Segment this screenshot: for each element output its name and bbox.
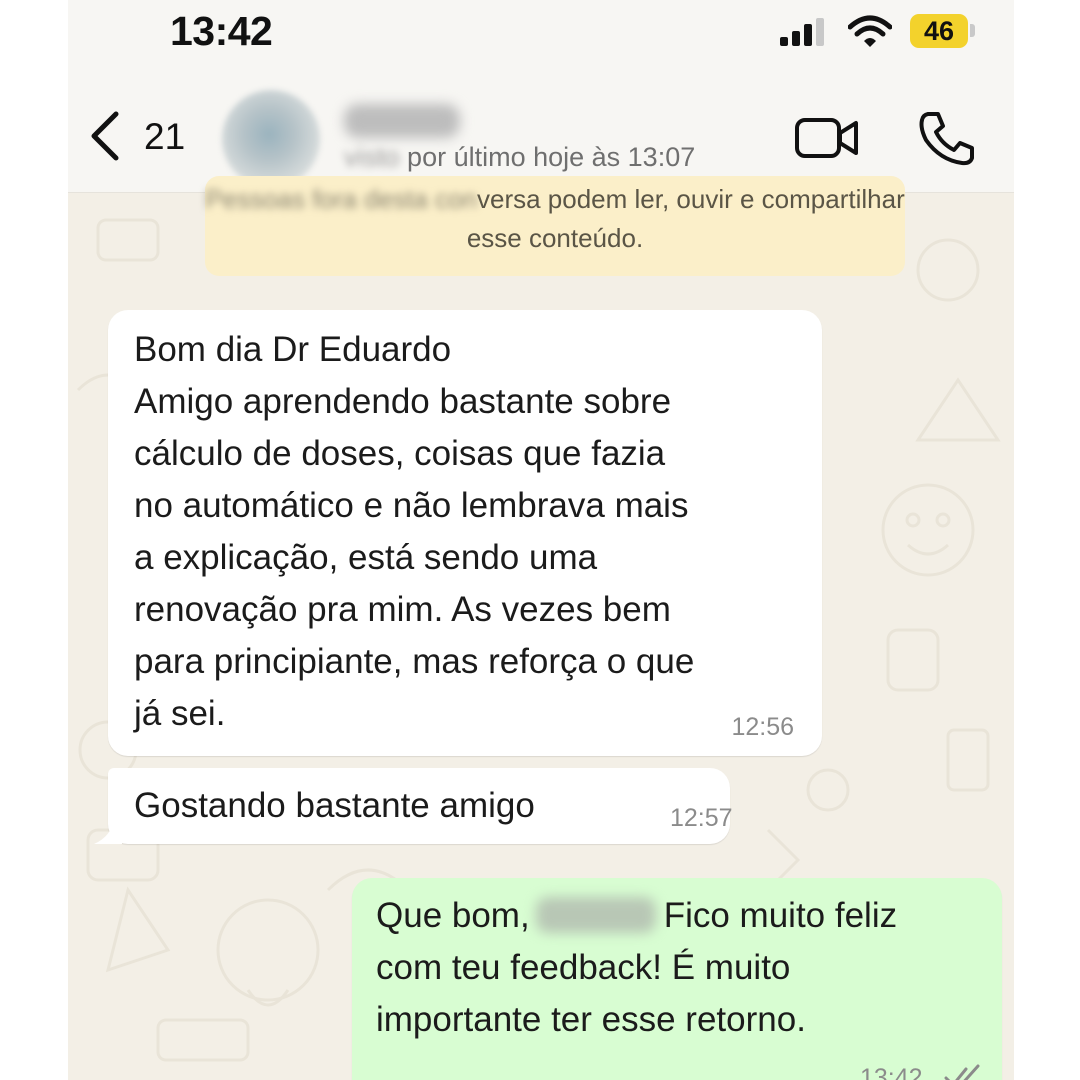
message-text: Gostando bastante amigo — [134, 786, 535, 825]
notice-line-1-redacted: Pessoas fora desta con — [205, 184, 477, 214]
message-bubble-incoming[interactable]: Gostando bastante amigo 12:57 — [108, 768, 733, 844]
last-seen-prefix: visto — [344, 142, 400, 172]
status-time: 13:42 — [170, 8, 273, 54]
message-time: 12:57 — [670, 804, 733, 832]
message-bubble-incoming[interactable]: Bom dia Dr Eduardo Amigo aprendendo bast… — [108, 310, 822, 756]
bubble-tail — [94, 818, 122, 844]
message-text-start: Que bom, — [376, 896, 530, 935]
unread-count[interactable]: 21 — [144, 116, 185, 158]
recipient-name-redacted — [535, 896, 656, 933]
cellular-signal-icon — [780, 18, 824, 46]
phone-call-icon[interactable] — [918, 110, 976, 166]
wifi-icon — [848, 15, 892, 47]
battery-indicator: 46 — [910, 14, 968, 48]
message-text: Bom dia Dr Eduardo Amigo aprendendo bast… — [134, 330, 695, 733]
battery-tip — [970, 24, 975, 37]
notice-line-1-text: versa podem ler, ouvir e compartilhar — [476, 184, 905, 214]
back-chevron-icon[interactable] — [86, 110, 126, 162]
notice-line-2: esse conteúdo. — [466, 223, 644, 253]
last-seen-status: visto por último hoje às 13:07 — [344, 142, 695, 173]
message-time: 12:56 — [731, 713, 794, 741]
status-bar: 13:42 46 — [68, 0, 1014, 80]
message-text: Que bom, Fico muito feliz com teu feedbac… — [376, 890, 988, 1046]
double-check-icon — [944, 1064, 980, 1080]
notice-line-1: Pessoas fora desta conversa podem ler, o… — [205, 184, 905, 215]
contact-avatar[interactable] — [222, 90, 320, 188]
last-seen-text: por último hoje às 13:07 — [407, 142, 696, 172]
video-call-icon[interactable] — [794, 116, 860, 160]
encryption-notice[interactable]: Pessoas fora desta conversa podem ler, o… — [205, 176, 905, 276]
message-bubble-outgoing[interactable]: Que bom, Fico muito feliz com teu feedbac… — [352, 878, 1002, 1080]
contact-name-redacted[interactable] — [344, 104, 460, 138]
chat-screen: 13:42 46 21 visto por último hoje às 13:… — [68, 0, 1014, 1080]
message-time: 13:42 — [860, 1064, 923, 1080]
